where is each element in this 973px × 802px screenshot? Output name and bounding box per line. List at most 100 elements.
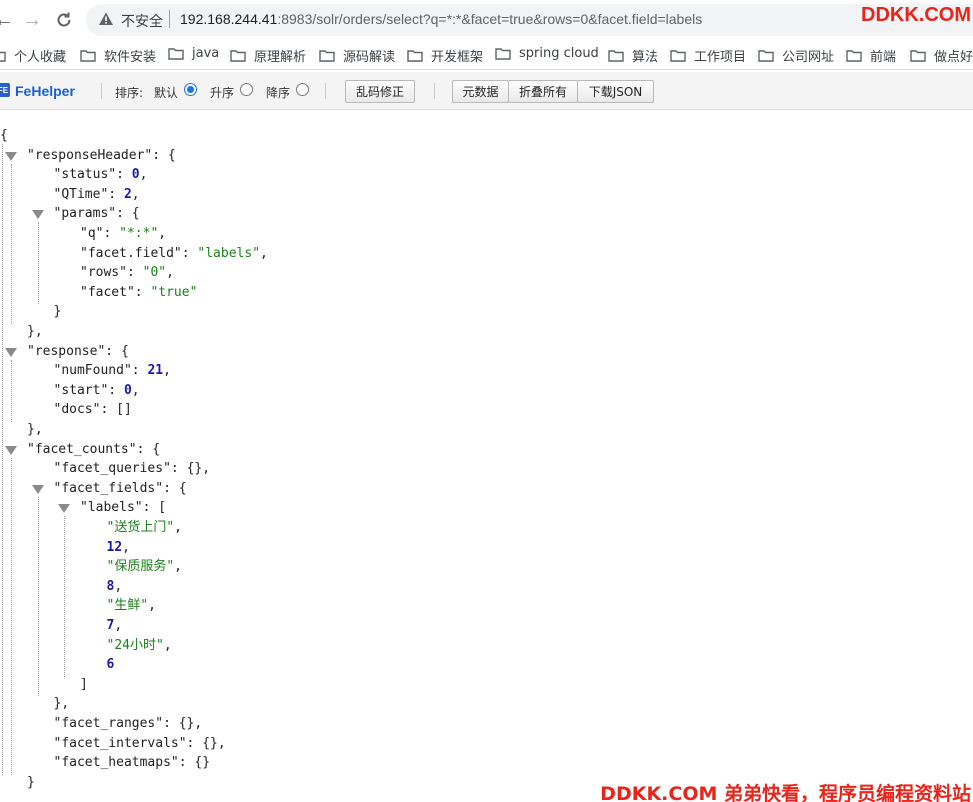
sort-default-label: 默认: [154, 86, 179, 100]
json-value: {}: [186, 461, 203, 477]
json-line: "rows": "0",: [80, 265, 174, 281]
address-separator: [169, 10, 170, 28]
sort-desc-radio[interactable]: [296, 83, 309, 96]
security-label[interactable]: 不安全: [121, 11, 163, 31]
bookmark-item[interactable]: 工作项目: [670, 46, 746, 65]
json-key: facet_ranges: [61, 716, 156, 731]
bookmark-item[interactable]: 软件安装: [80, 46, 156, 65]
indent-guide: [64, 516, 65, 677]
json-key: facet_heatmaps: [61, 755, 171, 771]
json-bracket: {: [167, 147, 176, 163]
json-value: {}: [178, 716, 195, 731]
json-line: "facet.field": "labels",: [80, 245, 268, 261]
json-bracket: }: [53, 304, 62, 320]
json-line: "facet_fields": {: [53, 480, 187, 496]
bookmark-item[interactable]: 源码解读: [319, 46, 395, 65]
collapse-triangle-icon[interactable]: [5, 151, 17, 161]
bookmark-item[interactable]: 公司网址: [758, 46, 834, 65]
json-key: responseHeader: [34, 147, 145, 163]
json-key: facet: [87, 284, 127, 300]
json-key: docs: [61, 402, 93, 418]
bookmark-label: spring cloud: [519, 46, 599, 61]
json-key: facet_queries: [61, 461, 164, 477]
json-value: []: [116, 402, 132, 418]
sort-default-radio[interactable]: [184, 83, 197, 96]
collapse-triangle-icon[interactable]: [5, 445, 17, 455]
indent-guide: [11, 163, 12, 324]
collapse-all-button[interactable]: 折叠所有: [508, 80, 578, 103]
bookmark-item[interactable]: 原理解析: [230, 46, 306, 65]
sort-desc-label: 降序: [266, 86, 291, 100]
json-line: "responseHeader": {: [27, 147, 176, 163]
bookmark-item[interactable]: 前端: [846, 46, 896, 65]
json-line: "response": {: [27, 343, 129, 359]
indent-guide: [2, 144, 3, 775]
json-value: "24小时": [106, 637, 164, 653]
json-line: "docs": []: [53, 402, 132, 418]
json-key: response: [34, 343, 98, 359]
folder-icon: [319, 49, 335, 62]
fehelper-logo-icon: FE: [0, 83, 10, 97]
bookmark-item[interactable]: 做点好玩: [910, 46, 973, 65]
json-bracket: ]: [80, 676, 88, 692]
collapse-triangle-icon[interactable]: [31, 484, 44, 494]
json-key: facet_fields: [61, 480, 156, 496]
back-arrow-icon[interactable]: ←: [0, 8, 16, 32]
forward-arrow-icon[interactable]: →: [20, 8, 44, 32]
folder-icon: [168, 47, 184, 60]
json-key: status: [61, 167, 109, 183]
watermark-bottom: DDKK.COM 弟弟快看，程序员编程资料站: [600, 783, 971, 802]
bookmark-item[interactable]: java: [168, 46, 219, 61]
json-line: "start": 0,: [53, 382, 140, 398]
download-json-button[interactable]: 下载JSON: [577, 80, 654, 103]
watermark-top: DDKK.COM: [861, 4, 971, 26]
bookmark-label: 源码解读: [343, 50, 396, 65]
json-bracket: {: [178, 480, 187, 496]
sort-label: 排序:: [115, 86, 144, 100]
toolbar-divider: [325, 83, 326, 99]
collapse-triangle-icon[interactable]: [31, 210, 44, 220]
json-bracket: }: [27, 774, 35, 790]
json-value: "生鲜": [106, 598, 149, 614]
sort-asc-radio[interactable]: [240, 83, 253, 96]
json-key: rows: [87, 265, 120, 281]
json-line: "facet_counts": {: [27, 441, 161, 457]
json-value: "*:*": [119, 226, 159, 241]
collapse-triangle-icon[interactable]: [58, 504, 70, 514]
json-value: {}: [202, 735, 218, 751]
folder-icon: [910, 49, 926, 62]
bookmark-item[interactable]: 个人收藏: [0, 46, 66, 65]
bookmark-item[interactable]: 算法: [608, 46, 658, 65]
bookmark-label: 前端: [870, 50, 897, 65]
url-text[interactable]: 192.168.244.41:8983/solr/orders/select?q…: [180, 11, 702, 27]
json-line: "QTime": 2,: [53, 186, 140, 202]
json-line: "facet_queries": {},: [53, 461, 211, 477]
folder-icon: [670, 49, 686, 62]
fix-encoding-button[interactable]: 乱码修正: [345, 80, 415, 103]
bookmark-item[interactable]: spring cloud: [495, 46, 599, 61]
json-line: "params": {: [53, 206, 140, 222]
collapse-triangle-icon[interactable]: [5, 347, 17, 357]
folder-icon: [758, 49, 774, 62]
json-line: },: [27, 420, 43, 440]
bookmark-item[interactable]: 开发框架: [407, 46, 483, 65]
json-key: numFound: [61, 363, 124, 379]
json-bracket: },: [27, 422, 43, 437]
json-value: 2: [123, 186, 132, 202]
reload-icon[interactable]: [52, 8, 76, 32]
json-key: labels: [87, 500, 135, 516]
raw-data-button[interactable]: 元数据: [452, 80, 509, 103]
json-bracket: {: [131, 206, 140, 222]
json-key: facet_counts: [34, 441, 129, 457]
json-viewer: {"responseHeader": {"status": 0, "QTime":…: [0, 110, 973, 802]
toolbar-divider: [101, 83, 102, 99]
folder-icon: [230, 49, 246, 62]
json-value: 8: [106, 578, 115, 594]
json-line: ]: [80, 675, 88, 695]
folder-icon: [80, 49, 96, 62]
json-line: "q": "*:*",: [80, 226, 167, 241]
json-value: 6: [106, 657, 115, 673]
json-key: facet_intervals: [61, 735, 179, 751]
bookmark-label: 个人收藏: [14, 50, 67, 65]
warning-icon[interactable]: [98, 11, 114, 27]
